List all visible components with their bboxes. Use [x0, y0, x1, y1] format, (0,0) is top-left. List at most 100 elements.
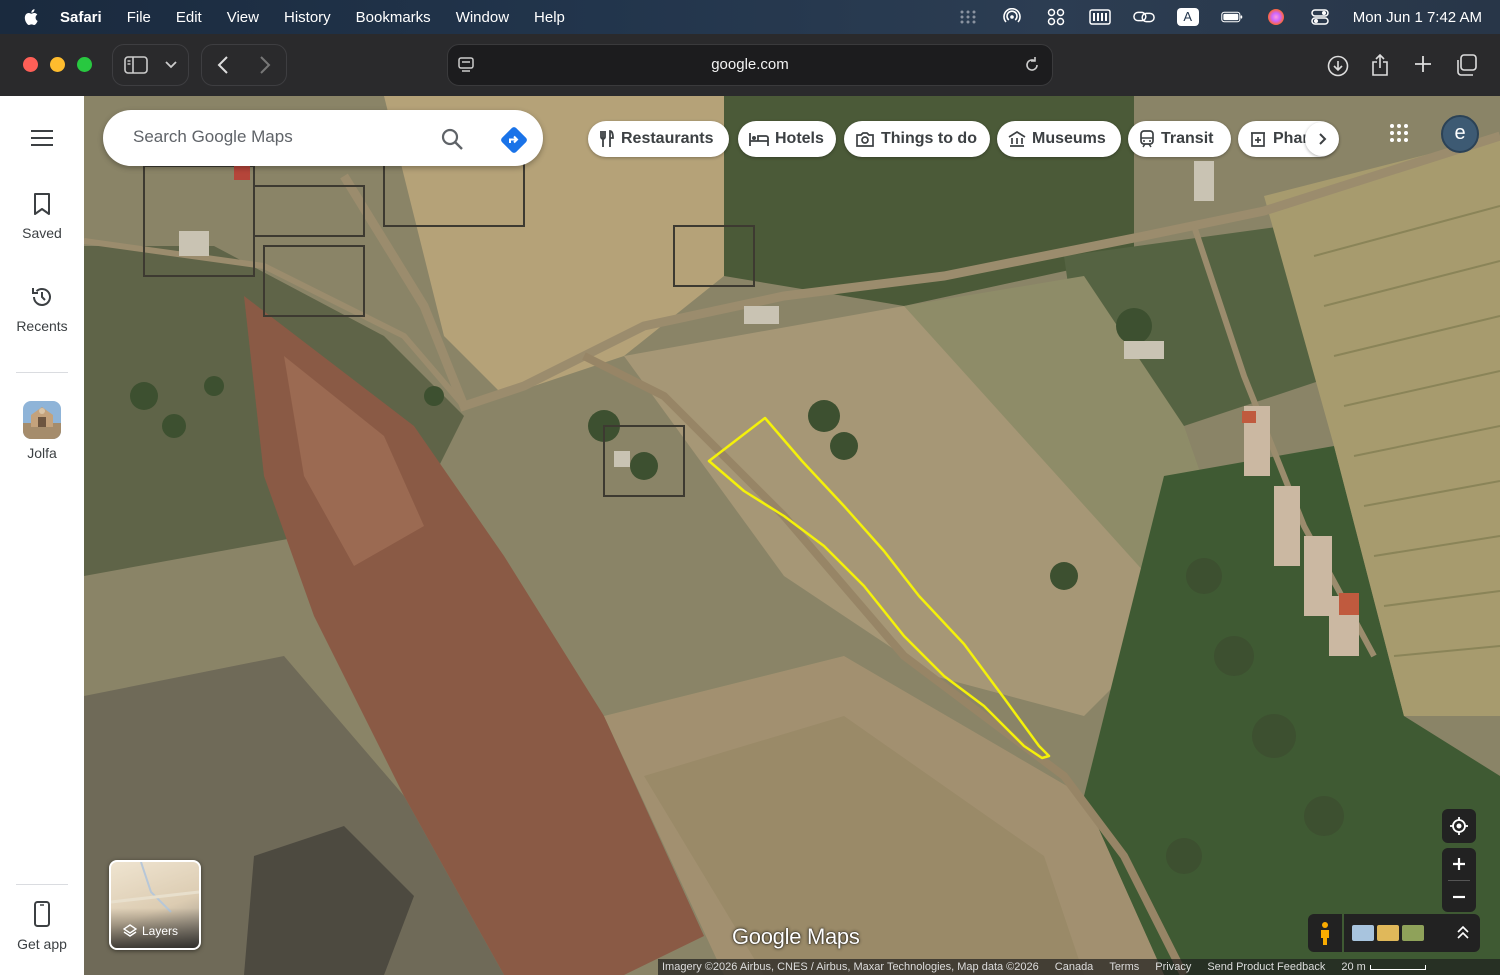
- safari-toolbar: google.com: [0, 34, 1500, 96]
- address-bar[interactable]: google.com: [447, 44, 1053, 86]
- layers-button[interactable]: Layers: [109, 860, 201, 950]
- siri-icon[interactable]: [1265, 9, 1287, 25]
- reload-icon[interactable]: [1024, 56, 1040, 78]
- menubar-clock[interactable]: Mon Jun 1 7:42 AM: [1353, 9, 1482, 26]
- scale-label[interactable]: 20 m: [1341, 961, 1365, 973]
- zoom-in-button[interactable]: [1452, 848, 1466, 880]
- map-type-satellite[interactable]: [1402, 925, 1424, 941]
- new-tab-icon[interactable]: [1413, 54, 1433, 74]
- street-view-button[interactable]: [1308, 914, 1342, 952]
- chevron-right-icon: [1318, 133, 1326, 145]
- chip-label: Things to do: [881, 130, 977, 147]
- account-avatar[interactable]: e: [1441, 115, 1479, 153]
- pegman-icon: [1321, 922, 1329, 945]
- battery-icon[interactable]: [1221, 9, 1243, 25]
- satellite-map[interactable]: Restaurants Hotels Things to do Museums …: [84, 96, 1500, 975]
- sidebar-item-label: Get app: [17, 936, 67, 952]
- menu-history[interactable]: History: [284, 9, 331, 26]
- sidebar-divider: [16, 372, 68, 373]
- region-link[interactable]: Canada: [1055, 961, 1094, 973]
- zoom-window-button[interactable]: [77, 57, 92, 72]
- menu-edit[interactable]: Edit: [176, 9, 202, 26]
- my-location-button[interactable]: [1442, 809, 1476, 843]
- layers-label: Layers: [142, 924, 179, 938]
- terms-link[interactable]: Terms: [1109, 961, 1139, 973]
- expand-up-icon[interactable]: [1457, 926, 1469, 940]
- minimize-window-button[interactable]: [50, 57, 65, 72]
- url-text[interactable]: google.com: [448, 56, 1052, 73]
- chip-restaurants[interactable]: Restaurants: [588, 121, 729, 157]
- forward-button[interactable]: [244, 45, 286, 85]
- chips-scroll-right-button[interactable]: [1305, 122, 1339, 156]
- museum-icon: [1008, 131, 1026, 147]
- search-icon[interactable]: [440, 127, 464, 156]
- grid-dots-icon[interactable]: [957, 9, 979, 25]
- airdrop-icon[interactable]: [1001, 8, 1023, 25]
- chip-transit[interactable]: Transit: [1128, 121, 1231, 157]
- camera-icon: [855, 131, 875, 147]
- sidebar-item-jolfa[interactable]: Jolfa: [0, 401, 84, 461]
- sidebar-item-label: Recents: [16, 318, 68, 334]
- transit-icon: [1139, 130, 1155, 148]
- chip-label: Hotels: [775, 130, 824, 147]
- menu-window[interactable]: Window: [456, 9, 509, 26]
- map-type-default[interactable]: [1352, 925, 1374, 941]
- plus-icon: [1453, 858, 1465, 870]
- chip-hotels[interactable]: Hotels: [738, 121, 836, 157]
- close-window-button[interactable]: [23, 57, 38, 72]
- menu-safari[interactable]: Safari: [60, 9, 102, 26]
- back-button[interactable]: [202, 45, 244, 85]
- zoom-out-button[interactable]: [1452, 881, 1466, 912]
- minus-icon: [1453, 895, 1465, 898]
- history-icon: [32, 288, 51, 306]
- directions-icon[interactable]: [500, 126, 528, 159]
- sidebar-toggle-icon[interactable]: [113, 45, 159, 85]
- sidebar-divider: [16, 884, 68, 885]
- satellite-imagery[interactable]: [84, 96, 1500, 975]
- link-icon[interactable]: [1132, 9, 1155, 25]
- apple-icon[interactable]: [22, 7, 42, 27]
- sidebar-item-saved[interactable]: Saved: [0, 192, 84, 241]
- chip-label: Transit: [1161, 130, 1214, 147]
- sidebar-item-recents[interactable]: Recents: [0, 285, 84, 334]
- chip-label: Phar: [1273, 130, 1309, 147]
- control-icon[interactable]: [1045, 8, 1067, 26]
- map-type-terrain[interactable]: [1377, 925, 1399, 941]
- menu-file[interactable]: File: [127, 9, 151, 26]
- macos-menubar: Safari File Edit View History Bookmarks …: [0, 0, 1500, 34]
- restaurant-icon: [599, 130, 615, 148]
- crosshair-icon: [1450, 817, 1468, 835]
- feedback-link[interactable]: Send Product Feedback: [1207, 961, 1325, 973]
- menu-help[interactable]: Help: [534, 9, 565, 26]
- hotel-icon: [749, 131, 769, 147]
- sidebar-item-get-app[interactable]: Get app: [0, 901, 84, 952]
- tab-overview-icon[interactable]: [1454, 53, 1478, 77]
- input-source-icon[interactable]: A: [1176, 8, 1199, 26]
- menu-bookmarks[interactable]: Bookmarks: [356, 9, 431, 26]
- control-center-icon[interactable]: [1309, 9, 1331, 25]
- search-input[interactable]: [131, 126, 425, 148]
- map-type-thumbnails[interactable]: [1344, 914, 1480, 952]
- chevron-left-icon: [217, 56, 228, 74]
- chip-things-to-do[interactable]: Things to do: [844, 121, 990, 157]
- sidebar-item-label: Saved: [22, 225, 62, 241]
- downloads-icon[interactable]: [1326, 54, 1350, 78]
- imagery-attribution: Imagery ©2026 Airbus, CNES / Airbus, Max…: [662, 961, 1039, 973]
- layers-label-wrap: Layers: [123, 924, 178, 938]
- input-source-label: A: [1176, 8, 1199, 26]
- menu-view[interactable]: View: [227, 9, 259, 26]
- google-apps-icon[interactable]: [1389, 123, 1409, 148]
- chevron-down-icon[interactable]: [159, 45, 183, 85]
- phone-icon: [34, 901, 50, 927]
- scale-bar: [1369, 964, 1426, 970]
- keyboard-icon[interactable]: [1089, 9, 1111, 25]
- sidebar-item-label: Jolfa: [27, 445, 57, 461]
- share-icon[interactable]: [1370, 52, 1390, 78]
- menu-icon[interactable]: [30, 129, 54, 152]
- chip-label: Restaurants: [621, 130, 714, 147]
- chip-museums[interactable]: Museums: [997, 121, 1121, 157]
- privacy-link[interactable]: Privacy: [1155, 961, 1191, 973]
- zoom-controls: [1442, 848, 1476, 912]
- chip-label: Museums: [1032, 130, 1106, 147]
- search-box: [103, 110, 543, 166]
